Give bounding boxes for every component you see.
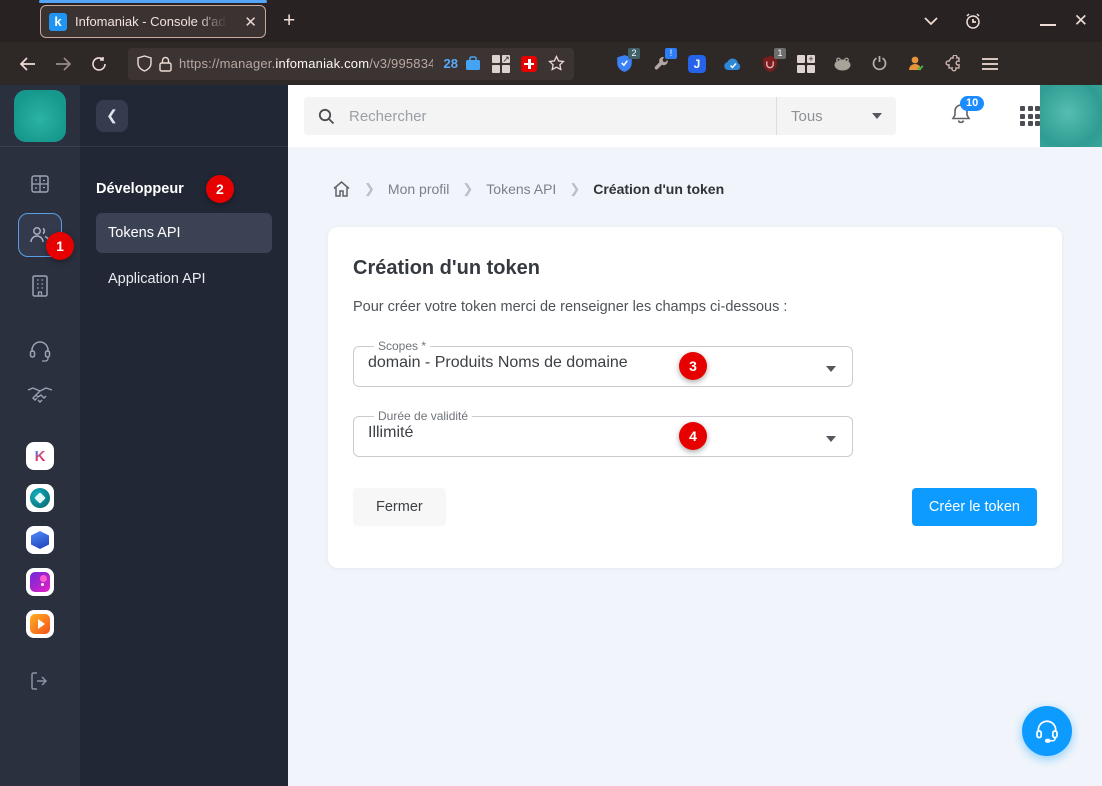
lock-icon[interactable] — [159, 56, 172, 72]
infomaniak-console: K 1 ❮ Développeur 2 Tokens API Applicati… — [0, 85, 1102, 786]
card-title: Création d'un token — [353, 257, 540, 279]
main-area: Tous 10 ❯ Mon profil ❯ Tokens API — [288, 85, 1102, 786]
step-badge-4: 4 — [679, 422, 707, 450]
tab-favicon: k — [49, 12, 67, 31]
step-badge-1: 1 — [46, 232, 74, 260]
token-creation-card: Création d'un token Pour créer votre tok… — [328, 227, 1062, 568]
new-tab-button[interactable]: + — [283, 8, 295, 34]
secondary-sidebar: ❮ Développeur 2 Tokens API Application A… — [80, 85, 288, 786]
minimize-button[interactable] — [1039, 16, 1056, 26]
tab-list-chevron-icon[interactable] — [924, 16, 938, 26]
chevron-down-icon — [872, 113, 882, 119]
close-button[interactable]: Fermer — [353, 488, 446, 526]
power-icon[interactable] — [869, 54, 889, 74]
top-bar: Tous 10 — [288, 85, 1102, 147]
alarm-clock-icon[interactable] — [964, 12, 982, 30]
primary-sidebar: K 1 — [0, 85, 80, 786]
extension-row: 2 ! J 1 + — [614, 47, 1000, 74]
swiss-flag-icon[interactable] — [521, 55, 537, 72]
scopes-value: domain - Produits Noms de domaine — [368, 354, 628, 371]
breadcrumb-mon-profil[interactable]: Mon profil — [388, 181, 449, 197]
breadcrumb-separator: ❯ — [364, 181, 375, 196]
browser-toolbar: https://manager.infomaniak.com/v3/995834… — [0, 42, 1102, 85]
search-filter-dropdown[interactable]: Tous — [776, 97, 896, 135]
breadcrumb-tokens-api[interactable]: Tokens API — [486, 181, 556, 197]
tab-close-icon[interactable]: ✕ — [244, 13, 257, 31]
grid-add-extension-icon[interactable]: + — [797, 54, 815, 73]
app-icon-play[interactable] — [26, 610, 54, 638]
infomaniak-logo[interactable] — [14, 89, 66, 142]
pip-icon[interactable]: ↗ — [492, 54, 510, 73]
sidebar-item-tokens-api[interactable]: Tokens API — [96, 213, 272, 253]
search-input[interactable] — [347, 106, 776, 126]
card-description: Pour créer votre token merci de renseign… — [353, 299, 788, 315]
puzzle-extensions-icon[interactable] — [943, 54, 963, 74]
step-badge-2: 2 — [205, 175, 234, 203]
app-icon-kchat[interactable] — [26, 484, 54, 512]
url-text: https://manager.infomaniak.com/v3/995834… — [179, 56, 433, 71]
url-bar[interactable]: https://manager.infomaniak.com/v3/995834… — [128, 47, 574, 80]
support-fab-button[interactable] — [1022, 706, 1072, 756]
notifications-button[interactable]: 10 — [950, 95, 985, 131]
section-title: Développeur — [96, 181, 184, 197]
reload-button[interactable] — [86, 51, 112, 77]
tab-title: Infomaniak - Console d'adm — [75, 14, 227, 29]
close-window-button[interactable]: ✕ — [1074, 11, 1088, 31]
support-headset-icon[interactable] — [27, 338, 53, 364]
organization-icon[interactable] — [27, 273, 53, 299]
breadcrumb-current: Création d'un token — [593, 181, 725, 197]
container-count-badge: 28 — [443, 56, 458, 71]
browser-titlebar: k Infomaniak - Console d'adm ✕ + ✕ — [0, 0, 1102, 42]
products-icon[interactable] — [27, 171, 53, 197]
validity-select[interactable]: Durée de validité Illimité 4 — [353, 409, 853, 457]
chevron-down-icon — [826, 436, 836, 442]
cloud-extension-icon[interactable] — [723, 54, 743, 74]
browser-tab[interactable]: k Infomaniak - Console d'adm ✕ — [40, 5, 266, 38]
validity-value: Illimité — [368, 424, 414, 441]
chevron-down-icon — [826, 366, 836, 372]
wrench-extension-icon[interactable]: ! — [651, 47, 677, 74]
scopes-select[interactable]: Scopes * domain - Produits Noms de domai… — [353, 339, 853, 387]
tracking-shield-icon[interactable] — [137, 55, 152, 72]
notification-count-badge: 10 — [960, 95, 985, 111]
animal-extension-icon[interactable] — [832, 54, 852, 74]
logout-icon[interactable] — [27, 668, 53, 694]
partnership-handshake-icon[interactable] — [27, 382, 53, 408]
user-avatar[interactable] — [1040, 85, 1102, 147]
app-icon-k[interactable]: K — [26, 442, 54, 470]
step-badge-3: 3 — [679, 352, 707, 380]
search-bar[interactable]: Tous — [304, 97, 896, 135]
validity-label: Durée de validité — [378, 409, 469, 423]
app-icon-cube[interactable] — [26, 526, 54, 554]
blue-shield-extension-icon[interactable]: 2 — [614, 47, 640, 74]
page-body: ❯ Mon profil ❯ Tokens API ❯ Création d'u… — [288, 147, 1102, 786]
back-button[interactable] — [14, 51, 40, 77]
j-extension-icon[interactable]: J — [688, 54, 706, 73]
sidebar-item-application-api[interactable]: Application API — [96, 259, 272, 299]
create-token-button[interactable]: Créer le token — [911, 488, 1037, 526]
breadcrumb: ❯ Mon profil ❯ Tokens API ❯ Création d'u… — [288, 147, 1102, 198]
app-icon-kmeet[interactable] — [26, 568, 54, 596]
forward-button[interactable] — [50, 51, 76, 77]
container-briefcase-icon — [465, 56, 481, 71]
menu-hamburger-icon[interactable] — [980, 54, 1000, 74]
home-icon[interactable] — [332, 180, 351, 198]
account-check-icon[interactable] — [906, 54, 926, 74]
search-icon — [318, 108, 335, 125]
apps-grid-button[interactable] — [1020, 106, 1040, 126]
scopes-label: Scopes * — [378, 339, 427, 353]
container-tab-stripe — [39, 0, 267, 3]
ublock-shield-extension-icon[interactable]: 1 — [760, 47, 786, 74]
bookmark-star-icon[interactable] — [548, 55, 565, 72]
collapse-sidebar-button[interactable]: ❮ — [96, 99, 128, 132]
